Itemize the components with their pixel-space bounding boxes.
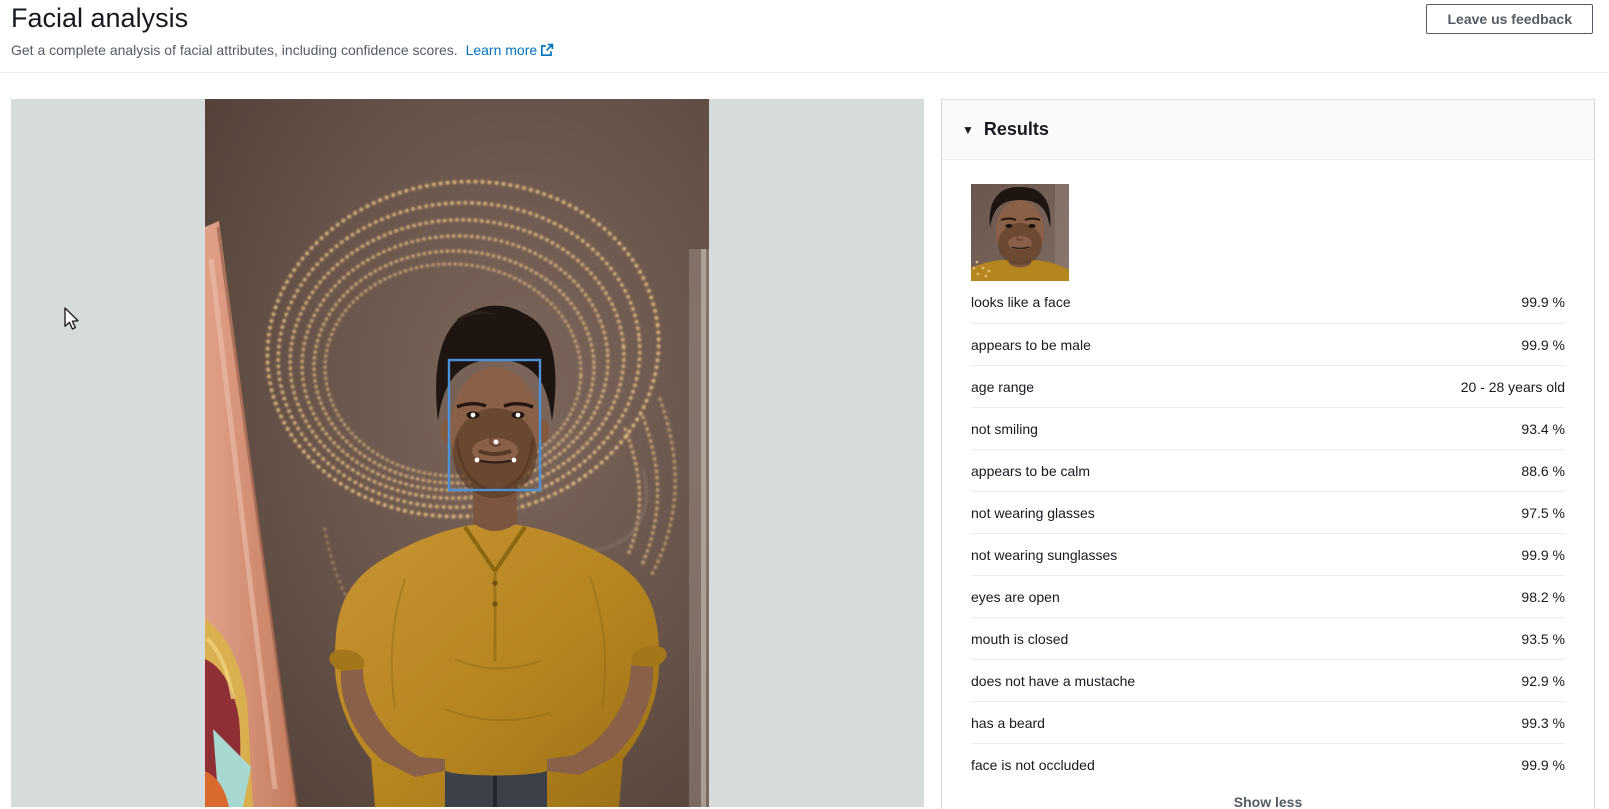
detected-face-thumbnail — [971, 184, 1069, 281]
attribute-value: 93.4 % — [1521, 420, 1565, 437]
page-subtitle: Get a complete analysis of facial attrib… — [11, 40, 1609, 62]
attribute-row: eyes are open 98.2 % — [971, 575, 1565, 617]
attribute-list: looks like a face 99.9 % appears to be m… — [971, 281, 1565, 785]
attribute-label: not wearing glasses — [971, 504, 1095, 521]
attribute-value: 99.3 % — [1521, 714, 1565, 731]
mouse-cursor-icon — [63, 307, 83, 336]
attribute-value: 99.9 % — [1521, 546, 1565, 563]
attribute-label: looks like a face — [971, 294, 1071, 310]
attribute-row: mouth is closed 93.5 % — [971, 617, 1565, 659]
attribute-row: has a beard 99.3 % — [971, 701, 1565, 743]
analyzed-photo — [205, 99, 709, 807]
results-body: looks like a face 99.9 % appears to be m… — [942, 160, 1594, 809]
attribute-value: 97.5 % — [1521, 504, 1565, 521]
show-less-button[interactable]: Show less — [971, 785, 1565, 809]
collapse-caret-icon[interactable]: ▼ — [962, 123, 974, 137]
attribute-row: face is not occluded 99.9 % — [971, 743, 1565, 785]
analyzed-image-panel — [11, 99, 924, 807]
attribute-value: 99.9 % — [1521, 294, 1565, 310]
attribute-label: not wearing sunglasses — [971, 546, 1118, 563]
attribute-value: 98.2 % — [1521, 588, 1565, 605]
results-title: Results — [983, 119, 1049, 139]
attribute-row: not smiling 93.4 % — [971, 407, 1565, 449]
leave-feedback-button[interactable]: Leave us feedback — [1426, 4, 1593, 34]
attribute-label: does not have a mustache — [971, 672, 1136, 689]
learn-more-label: Learn more — [465, 42, 538, 58]
attribute-row: does not have a mustache 92.9 % — [971, 659, 1565, 701]
attribute-row: appears to be calm 88.6 % — [971, 449, 1565, 491]
page-title: Facial analysis — [11, 3, 189, 33]
attribute-row: not wearing sunglasses 99.9 % — [971, 533, 1565, 575]
attribute-row: not wearing glasses 97.5 % — [971, 491, 1565, 533]
attribute-label: age range — [971, 378, 1035, 395]
attribute-label: has a beard — [971, 714, 1045, 731]
attribute-row: looks like a face 99.9 % — [971, 281, 1565, 323]
attribute-value: 88.6 % — [1521, 462, 1565, 479]
attribute-label: appears to be male — [971, 336, 1091, 353]
attribute-label: face is not occluded — [971, 756, 1095, 773]
results-header-toggle[interactable]: ▼ Results — [942, 100, 1594, 160]
learn-more-link[interactable]: Learn more — [466, 42, 538, 58]
attribute-row: appears to be male 99.9 % — [971, 323, 1565, 365]
results-panel: ▼ Results looks like a face 99.9 % appea… — [941, 99, 1595, 809]
attribute-label: appears to be calm — [971, 462, 1091, 479]
attribute-value: 99.9 % — [1521, 756, 1565, 773]
page-subtitle-text: Get a complete analysis of facial attrib… — [11, 42, 458, 58]
attribute-value: 92.9 % — [1521, 672, 1565, 689]
attribute-label: mouth is closed — [971, 630, 1069, 647]
attribute-label: not smiling — [971, 420, 1038, 437]
attribute-value: 93.5 % — [1521, 630, 1565, 647]
attribute-value: 20 - 28 years old — [1460, 378, 1565, 395]
page-header: Facial analysis Get a complete analysis … — [0, 0, 1609, 73]
external-link-icon[interactable] — [540, 42, 554, 62]
attribute-label: eyes are open — [971, 588, 1060, 605]
attribute-value: 99.9 % — [1521, 336, 1565, 353]
attribute-row: age range 20 - 28 years old — [971, 365, 1565, 407]
